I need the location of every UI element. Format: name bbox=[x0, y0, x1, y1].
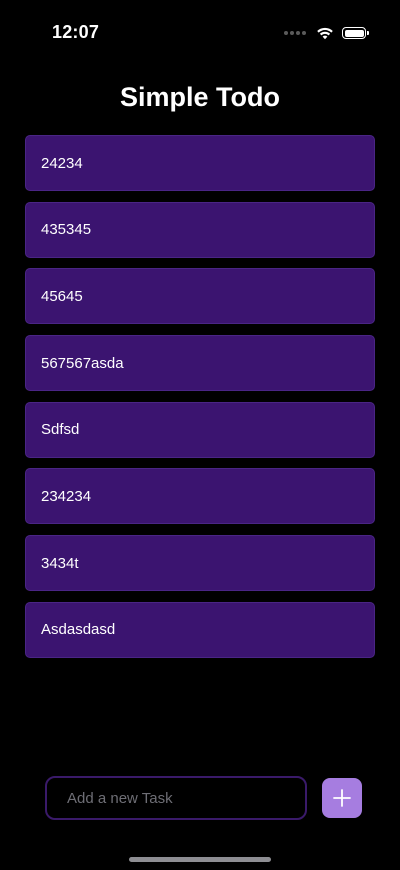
task-label: 3434t bbox=[41, 554, 79, 572]
task-item[interactable]: Asdasdasd bbox=[25, 601, 375, 658]
new-task-bar bbox=[45, 776, 362, 820]
wifi-icon bbox=[317, 27, 333, 40]
new-task-input[interactable] bbox=[45, 776, 307, 820]
task-label: 567567asda bbox=[41, 354, 124, 372]
signal-icon bbox=[284, 31, 308, 35]
task-label: 435345 bbox=[41, 221, 92, 239]
plus-icon bbox=[333, 789, 351, 807]
task-item[interactable]: 24234 bbox=[25, 135, 375, 191]
task-item[interactable]: 567567asda bbox=[25, 335, 375, 392]
status-bar: 12:07 bbox=[0, 0, 400, 60]
task-label: Sdfsd bbox=[41, 421, 80, 439]
task-item[interactable]: 45645 bbox=[25, 268, 375, 325]
task-label: Asdasdasd bbox=[41, 621, 116, 639]
task-item[interactable]: 3434t bbox=[25, 535, 375, 592]
task-label: 234234 bbox=[41, 487, 92, 505]
status-indicators bbox=[284, 25, 369, 41]
task-item[interactable]: 234234 bbox=[25, 468, 375, 525]
add-task-button[interactable] bbox=[322, 778, 362, 818]
page-title: Simple Todo bbox=[120, 82, 280, 112]
task-list: 24234 435345 45645 567567asda Sdfsd 234234 343… bbox=[25, 135, 375, 669]
task-item[interactable]: Sdfsd bbox=[25, 401, 375, 458]
battery-icon bbox=[342, 27, 369, 39]
task-label: 45645 bbox=[41, 287, 83, 305]
task-label: 24234 bbox=[41, 154, 83, 172]
task-item[interactable]: 435345 bbox=[25, 201, 375, 258]
home-indicator bbox=[129, 857, 271, 862]
status-time: 12:07 bbox=[52, 22, 100, 42]
